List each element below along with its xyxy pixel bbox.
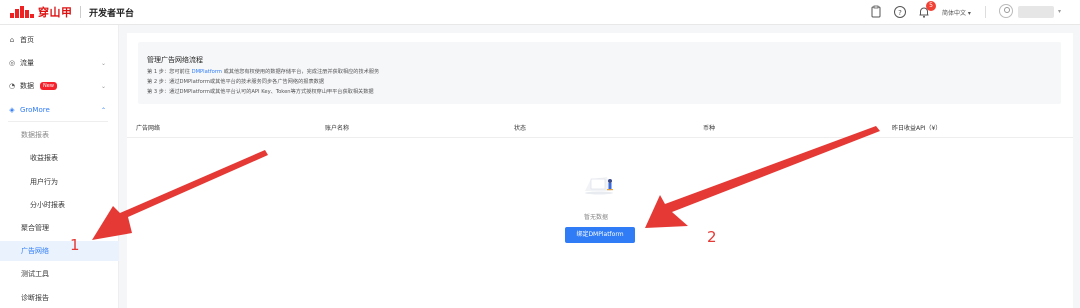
column-header-status: 状态 (514, 125, 527, 132)
avatar[interactable] (999, 4, 1013, 18)
sidebar-item-label: 聚合管理 (21, 224, 49, 232)
new-badge: New (40, 82, 57, 90)
column-header-ad-network: 广告网络 (136, 125, 161, 132)
sidebar-item-label: 收益报表 (30, 154, 58, 162)
empty-state-text: 暂无数据 (584, 214, 609, 221)
notification-badge: 5 (926, 1, 936, 11)
sidebar-item-label: 数据 (20, 82, 34, 90)
sidebar-item-label: 流量 (20, 59, 34, 67)
chevron-down-icon: ⌄ (101, 59, 107, 67)
bind-dmplatform-button[interactable]: 绑定DMPlatform (565, 227, 635, 243)
guide-step-1-prefix: 第 1 步：您可前往 (147, 69, 190, 75)
sidebar-item-traffic[interactable]: ◎ 流量 ⌄ (0, 53, 119, 73)
chevron-down-icon: ⌄ (101, 82, 107, 90)
sidebar-item-label: 数据报表 (21, 131, 49, 139)
sidebar-item-aggregation-management[interactable]: 聚合管理 (0, 218, 119, 238)
column-header-yesterday-revenue-api: 昨日收益API（¥） (892, 125, 942, 132)
sidebar-item-revenue-report[interactable]: 收益报表 (0, 148, 119, 168)
sidebar-item-label: GroMore (20, 106, 50, 114)
sidebar-item-label: 首页 (20, 36, 34, 44)
empty-state-illustration (585, 177, 613, 195)
platform-title: 开发者平台 (89, 9, 135, 19)
chevron-down-icon[interactable]: ▾ (1058, 8, 1061, 15)
guide-panel: 管理广告网络流程 第 1 步：您可前往 DMPlatform 或其他您有权使用的… (138, 42, 1061, 104)
gromore-icon: ◈ (9, 106, 15, 114)
annotation-label-2: 2 (707, 228, 717, 246)
dmplatform-link[interactable]: DMPlatform (192, 69, 222, 75)
traffic-icon: ◎ (8, 59, 16, 67)
help-icon[interactable]: ? (892, 4, 908, 20)
sidebar-item-diagnostic-report[interactable]: 诊断报告 (0, 288, 119, 308)
annotation-label-1: 1 (70, 236, 80, 254)
username-redacted[interactable] (1018, 6, 1054, 18)
guide-step-3: 第 3 步：通过DMPlatform或其他平台认可的API Key、Token等… (147, 89, 374, 95)
header-divider-right (985, 6, 986, 18)
guide-step-1-suffix: 或其他您有权使用的数据存储平台，完成注册并获取相应的技术服务 (223, 69, 380, 75)
sidebar-item-label: 广告网络 (21, 247, 49, 255)
logo[interactable]: 穿山甲 (10, 5, 73, 19)
sidebar-item-home[interactable]: ⌂ 首页 (0, 30, 119, 50)
column-header-currency: 币种 (703, 125, 716, 132)
logo-mark-icon (10, 6, 36, 18)
sidebar-item-test-tools[interactable]: 测试工具 (0, 264, 119, 284)
logo-text: 穿山甲 (38, 6, 73, 19)
chevron-up-icon: ⌃ (101, 106, 107, 114)
language-label: 简体中文 (942, 10, 967, 17)
sidebar-item-data[interactable]: ◔ 数据 New ⌄ (0, 76, 119, 96)
sidebar-item-label: 用户行为 (30, 178, 58, 186)
main-content: 管理广告网络流程 第 1 步：您可前往 DMPlatform 或其他您有权使用的… (127, 33, 1073, 308)
language-select[interactable]: 简体中文 ▾ (942, 8, 971, 17)
sidebar-item-user-behavior[interactable]: 用户行为 (0, 172, 119, 192)
guide-step-1: 第 1 步：您可前往 DMPlatform 或其他您有权使用的数据存储平台，完成… (147, 68, 379, 75)
divider (8, 121, 108, 122)
sidebar-item-label: 分小时报表 (30, 201, 65, 209)
sidebar-group-data-reports[interactable]: 数据报表 (0, 125, 119, 145)
table-header: 广告网络 账户名称 状态 币种 昨日收益API（¥） (127, 116, 1073, 138)
sidebar-item-label: 测试工具 (21, 270, 49, 278)
header-divider (80, 6, 81, 18)
sidebar: ⌂ 首页 ◎ 流量 ⌄ ◔ 数据 New ⌄ ◈ GroMore ⌃ 数据报表 … (0, 25, 119, 308)
sidebar-item-ad-network[interactable]: 广告网络 (0, 241, 119, 261)
data-icon: ◔ (8, 82, 16, 90)
sidebar-item-label: 诊断报告 (21, 294, 49, 302)
guide-step-2: 第 2 步：通过DMPlatform或其他平台的技术服务同步各广告网络的报表数据 (147, 79, 325, 85)
sidebar-item-hourly-report[interactable]: 分小时报表 (0, 195, 119, 215)
sidebar-item-gromore[interactable]: ◈ GroMore ⌃ (0, 100, 119, 120)
clipboard-icon[interactable] (868, 4, 884, 20)
home-icon: ⌂ (9, 36, 15, 44)
guide-title: 管理广告网络流程 (147, 56, 203, 64)
svg-text:?: ? (898, 9, 902, 17)
top-header: 穿山甲 开发者平台 ? 5 简体中文 ▾ ▾ (0, 0, 1080, 25)
column-header-account-name: 账户名称 (325, 125, 350, 132)
